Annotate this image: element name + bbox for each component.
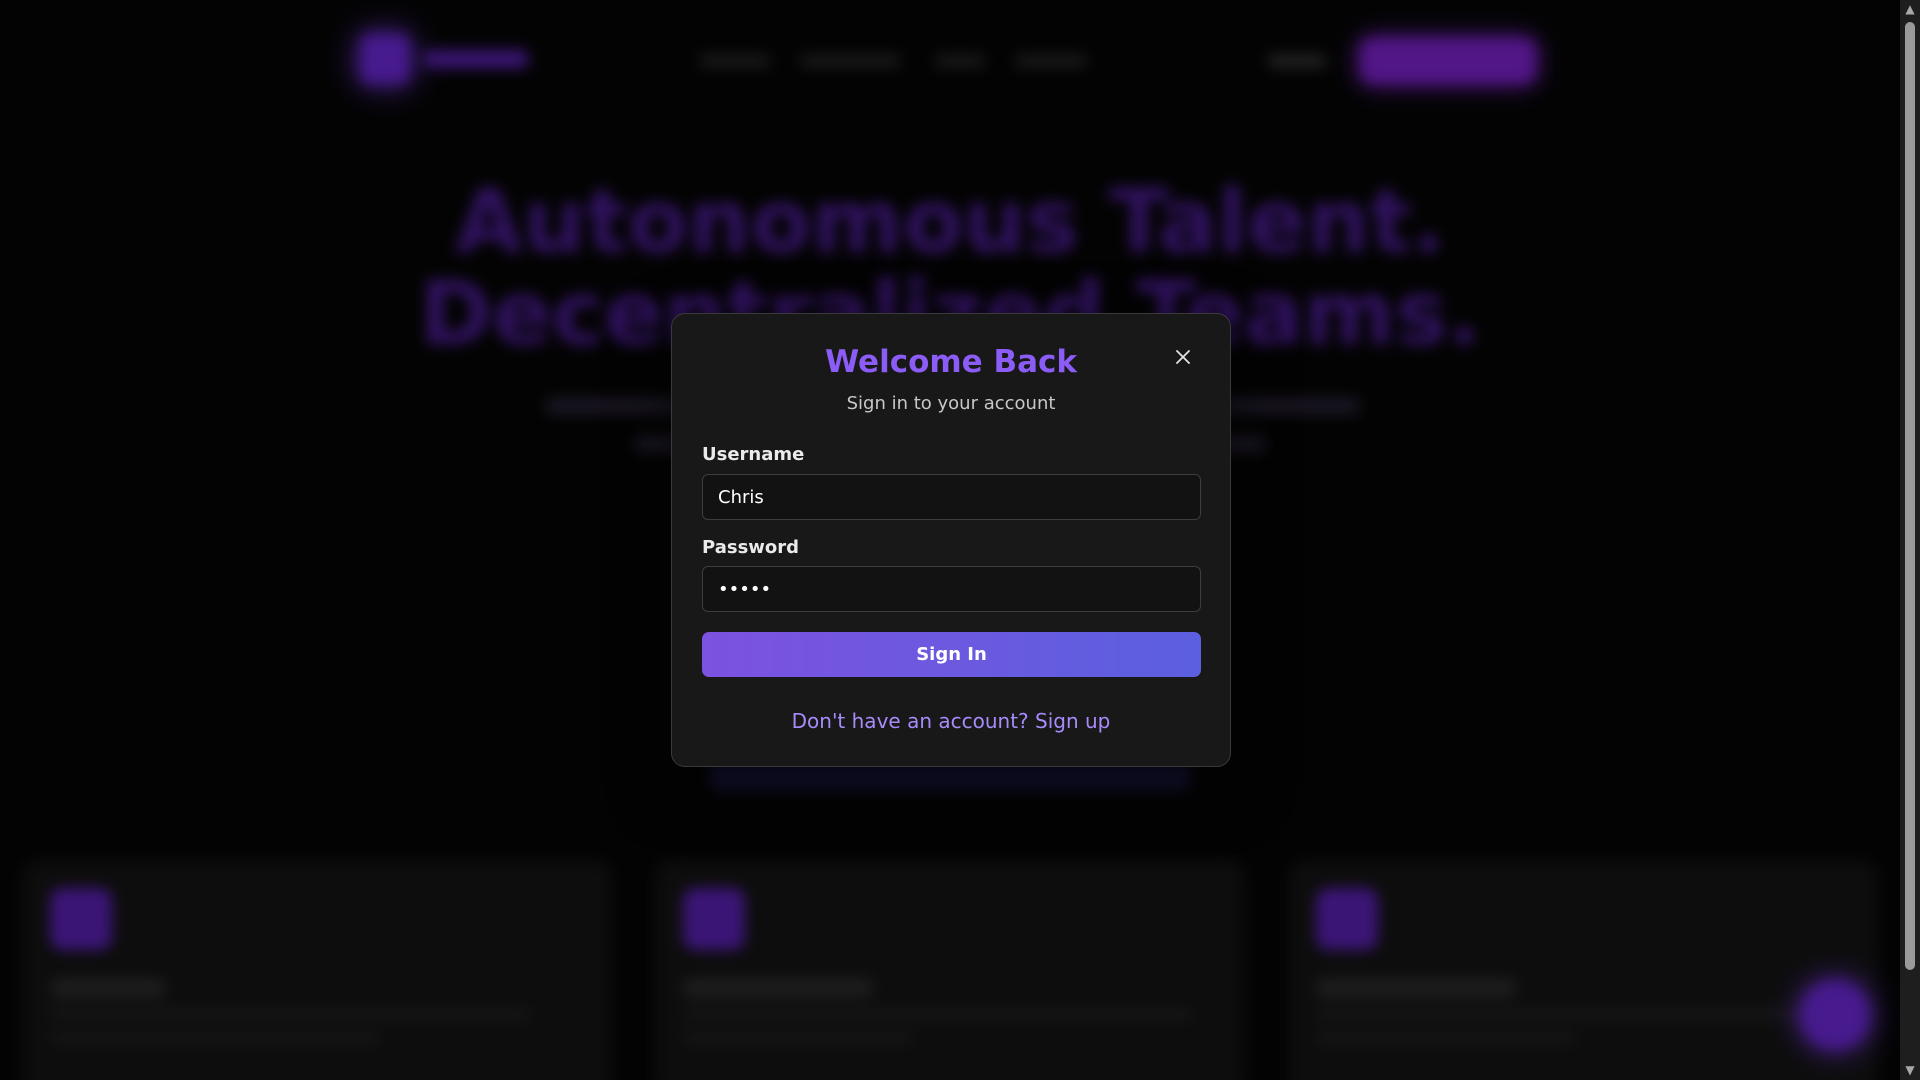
scroll-down-arrow-icon[interactable]: ▼ — [1903, 1063, 1917, 1077]
signup-link[interactable]: Don't have an account? Sign up — [672, 709, 1230, 733]
username-label: Username — [702, 444, 805, 465]
signin-modal: Welcome Back Sign in to your account Use… — [671, 313, 1231, 767]
vertical-scrollbar[interactable]: ▲ ▼ — [1900, 0, 1920, 1080]
password-label: Password — [702, 537, 800, 558]
scroll-up-arrow-icon[interactable]: ▲ — [1903, 2, 1917, 16]
password-input[interactable] — [702, 566, 1201, 612]
username-input[interactable] — [702, 474, 1201, 520]
close-icon[interactable] — [1176, 350, 1190, 364]
close-button[interactable] — [1170, 344, 1196, 370]
modal-title: Welcome Back — [824, 344, 1078, 380]
signin-button[interactable]: Sign In — [702, 632, 1201, 677]
modal-subtitle: Sign in to your account — [846, 393, 1056, 414]
scrollbar-thumb[interactable] — [1905, 22, 1915, 970]
